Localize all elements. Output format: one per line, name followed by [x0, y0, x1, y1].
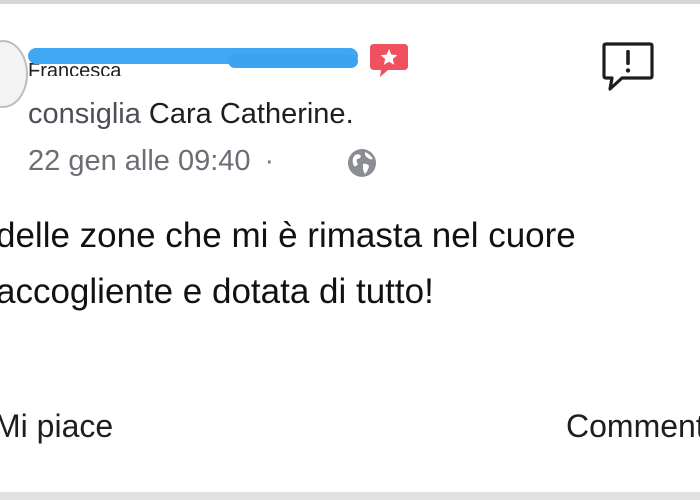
globe-icon [348, 149, 376, 177]
author-name-redacted[interactable]: Francesca [28, 46, 358, 76]
recommendation-line: consiglia Cara Catherine. [28, 98, 354, 131]
comment-button[interactable]: Commenta [566, 408, 700, 445]
like-label: Mi piace [0, 408, 114, 444]
post-text-line: delle zone che mi è rimasta nel cuore [0, 216, 576, 255]
comment-label: Commenta [566, 408, 700, 444]
recommend-verb: consiglia [28, 98, 141, 130]
redaction-stroke-2 [228, 54, 358, 68]
post-text-line: accogliente e dotata di tutto! [0, 272, 434, 311]
post-card: Francesca consiglia Cara Catherine. 22 g… [0, 0, 700, 500]
report-icon[interactable] [600, 40, 656, 94]
recommended-page-link[interactable]: Cara Catherine. [149, 98, 354, 130]
star-badge-icon [370, 44, 408, 77]
meta-separator: · [264, 145, 275, 177]
like-button[interactable]: Mi piace [0, 408, 113, 445]
post-timestamp[interactable]: 22 gen alle 09:40 [28, 145, 251, 177]
avatar[interactable] [0, 40, 28, 108]
post-body: delle zone che mi è rimasta nel cuore ac… [0, 208, 700, 320]
card-top-border [0, 0, 700, 4]
post-meta: 22 gen alle 09:40 · [28, 145, 284, 178]
card-bottom-border [0, 492, 700, 500]
